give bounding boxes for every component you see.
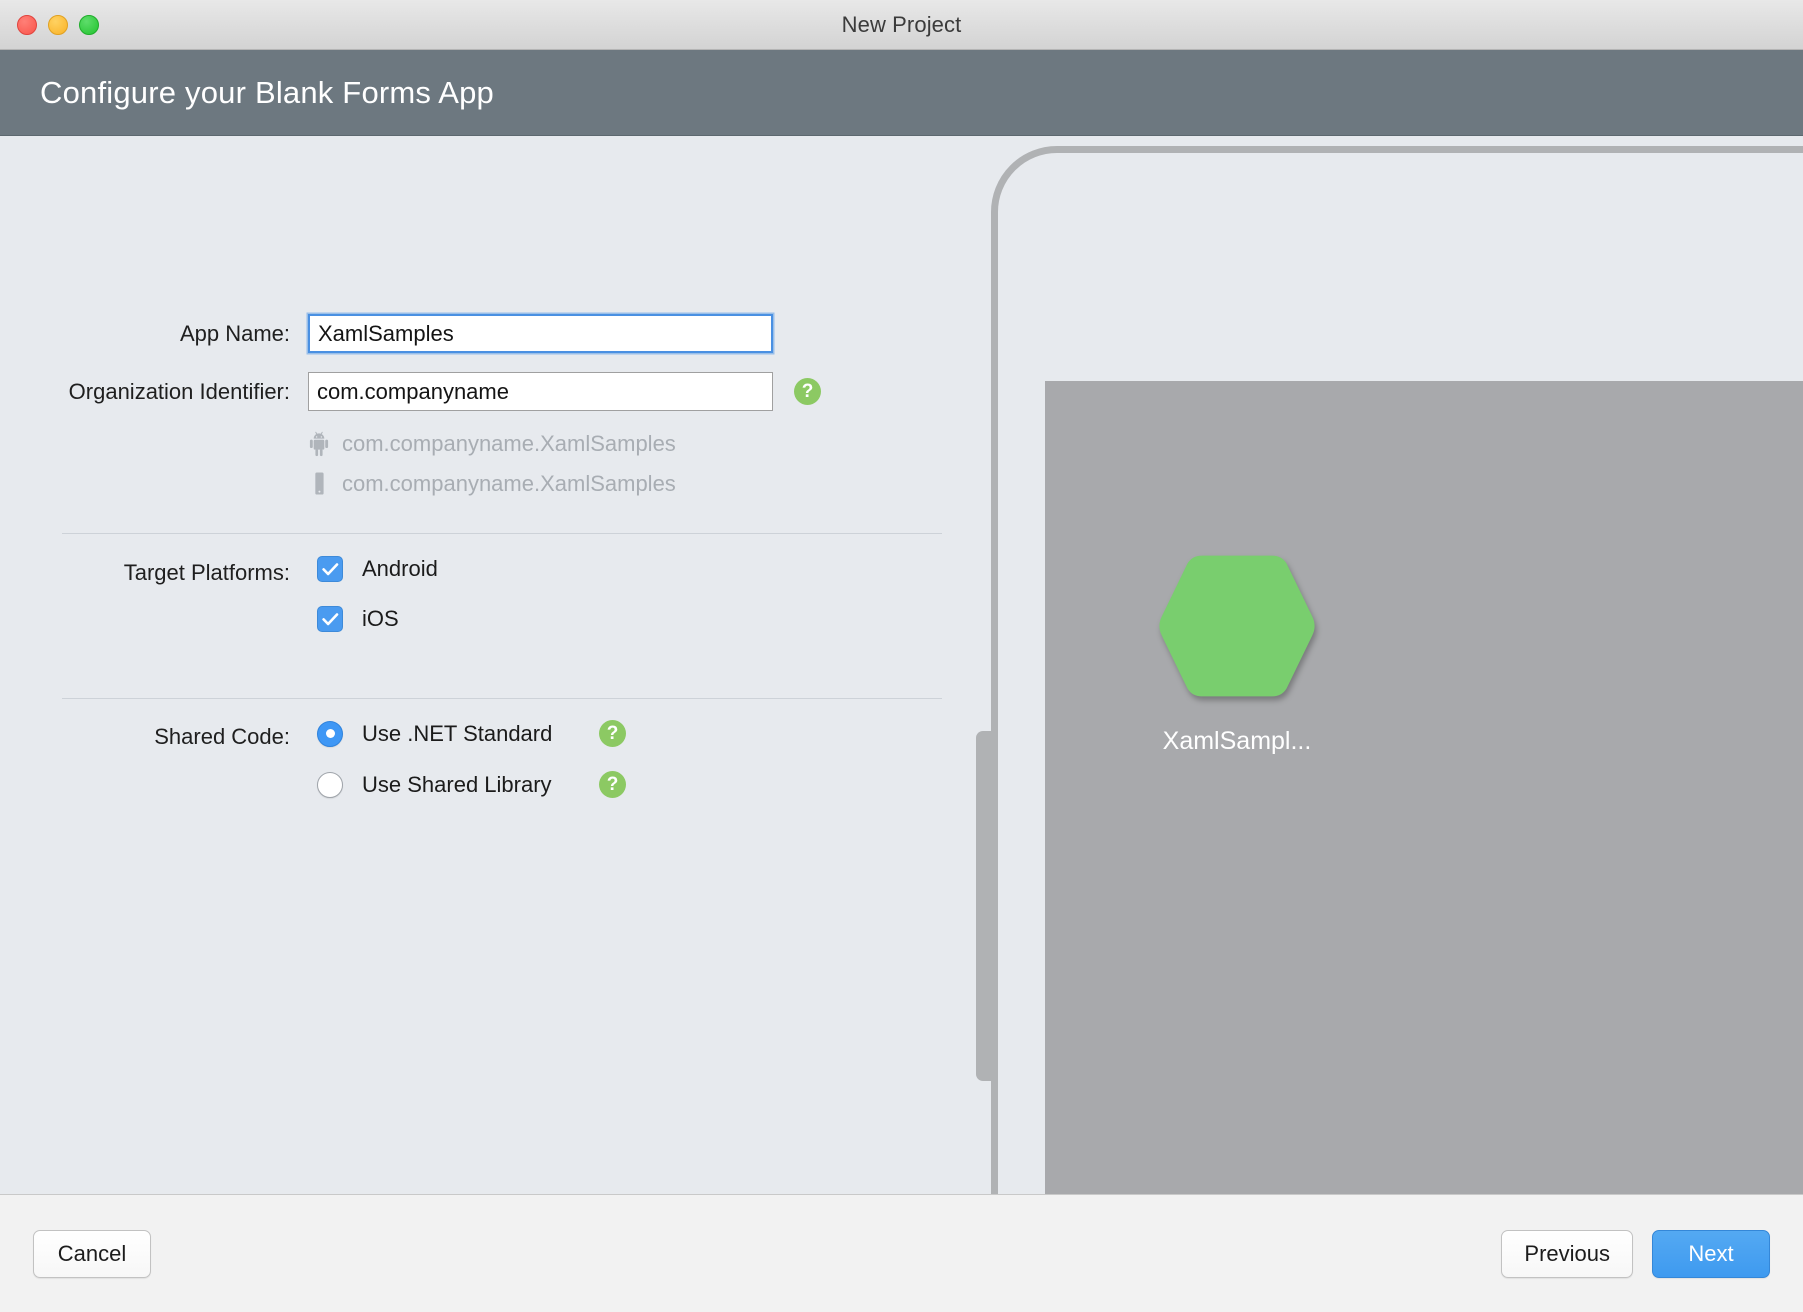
target-platforms-options: Android iOS [317, 556, 438, 632]
bundle-preview-android-text: com.companyname.XamlSamples [342, 431, 676, 457]
phone-volume-button [976, 731, 992, 1081]
close-button[interactable] [17, 15, 37, 35]
new-project-window: New Project Configure your Blank Forms A… [0, 0, 1803, 1312]
radio-shared-library-control[interactable] [317, 772, 343, 798]
bundle-preview-android: com.companyname.XamlSamples [308, 431, 676, 457]
app-preview-label: XamlSampl... [1087, 727, 1387, 756]
checkbox-ios[interactable]: iOS [317, 606, 438, 632]
window-controls [17, 0, 99, 50]
xamarin-hexagon-icon [1157, 546, 1317, 706]
page-title: Configure your Blank Forms App [40, 75, 494, 111]
app-name-label: App Name: [0, 321, 290, 347]
checkbox-ios-box[interactable] [317, 606, 343, 632]
bundle-preview-ios: com.companyname.XamlSamples [308, 471, 676, 497]
checkbox-android-label: Android [362, 556, 438, 582]
radio-net-standard-row: Use .NET Standard ? [317, 720, 626, 747]
target-platforms-row: Target Platforms: Android [0, 556, 940, 632]
android-icon [308, 431, 330, 457]
previous-button[interactable]: Previous [1501, 1230, 1633, 1278]
maximize-button[interactable] [79, 15, 99, 35]
phone-screen: XamlSampl... [1045, 381, 1803, 1194]
phone-mockup: XamlSampl... [991, 146, 1803, 1194]
radio-shared-library[interactable]: Use Shared Library [317, 772, 579, 798]
wizard-footer: Cancel Previous Next [0, 1194, 1803, 1312]
window-titlebar: New Project [0, 0, 1803, 50]
shared-code-options: Use .NET Standard ? Use Shared Library ? [317, 720, 626, 798]
divider-bottom [62, 698, 942, 699]
radio-shared-library-row: Use Shared Library ? [317, 771, 626, 798]
radio-net-standard-control[interactable] [317, 721, 343, 747]
divider-top [62, 533, 942, 534]
organization-identifier-help-icon[interactable]: ? [794, 378, 821, 405]
organization-identifier-input[interactable] [308, 372, 773, 411]
checkbox-ios-label: iOS [362, 606, 399, 632]
bundle-preview-ios-text: com.companyname.XamlSamples [342, 471, 676, 497]
organization-identifier-label: Organization Identifier: [0, 379, 290, 405]
shared-code-label: Shared Code: [0, 720, 290, 750]
device-preview-pane: XamlSampl... [975, 136, 1803, 1194]
check-icon [322, 563, 339, 576]
checkbox-android-box[interactable] [317, 556, 343, 582]
checkbox-android[interactable]: Android [317, 556, 438, 582]
footer-navigation: Previous Next [1501, 1230, 1770, 1278]
app-preview: XamlSampl... [1087, 546, 1387, 756]
cancel-button[interactable]: Cancel [33, 1230, 151, 1278]
app-name-row: App Name: [0, 314, 940, 353]
wizard-body: App Name: Organization Identifier: ? [0, 136, 1803, 1194]
radio-shared-library-label: Use Shared Library [362, 772, 552, 798]
minimize-button[interactable] [48, 15, 68, 35]
organization-identifier-row: Organization Identifier: ? [0, 372, 940, 411]
radio-net-standard[interactable]: Use .NET Standard [317, 721, 579, 747]
check-icon [322, 613, 339, 626]
window-title: New Project [0, 12, 1803, 38]
net-standard-help-icon[interactable]: ? [599, 720, 626, 747]
configuration-form: App Name: Organization Identifier: ? [0, 136, 975, 1194]
target-platforms-label: Target Platforms: [0, 556, 290, 586]
iphone-icon [308, 471, 330, 497]
app-name-input[interactable] [308, 314, 773, 353]
next-button[interactable]: Next [1652, 1230, 1770, 1278]
shared-library-help-icon[interactable]: ? [599, 771, 626, 798]
shared-code-row: Shared Code: Use .NET Standard ? Use Sha… [0, 720, 940, 798]
radio-net-standard-label: Use .NET Standard [362, 721, 552, 747]
wizard-header: Configure your Blank Forms App [0, 50, 1803, 136]
